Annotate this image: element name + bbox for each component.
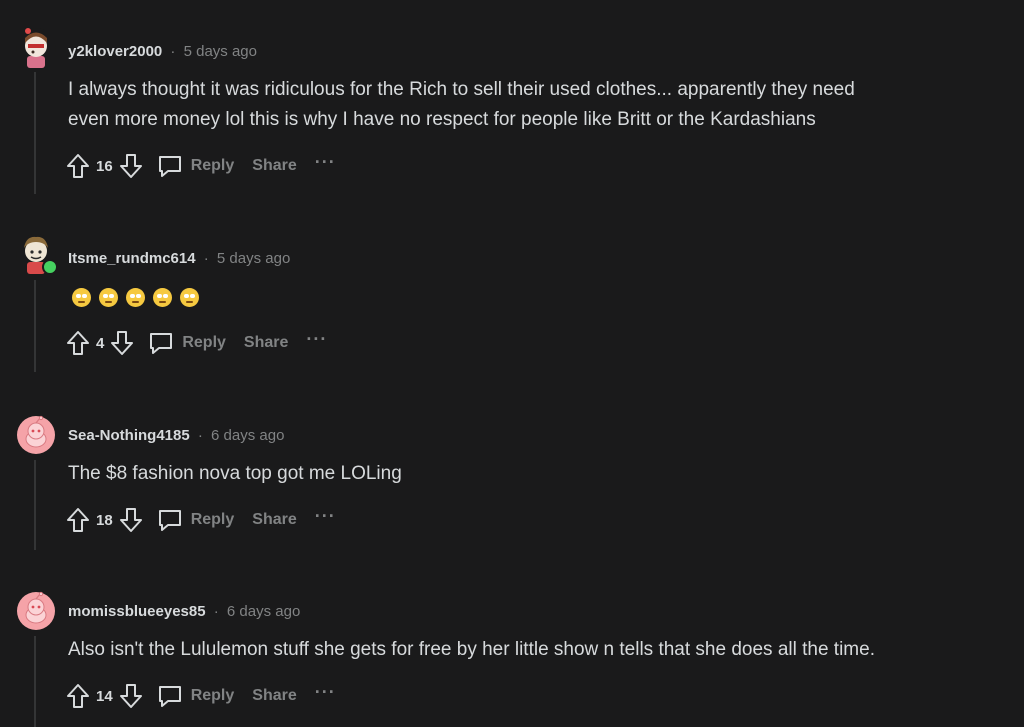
reply-label: Reply: [190, 511, 235, 528]
upvote-icon[interactable]: [66, 153, 90, 179]
eye-roll-emoji-icon: [153, 288, 172, 307]
comment-meta: Itsme_rundmc614 · 5 days ago: [68, 250, 290, 267]
comment-bubble-icon: [158, 510, 181, 531]
upvote-icon[interactable]: [66, 683, 90, 709]
comment-body: Also isn't the Lululemon stuff she gets …: [68, 635, 968, 665]
avatar[interactable]: [16, 415, 56, 455]
share-button[interactable]: Share: [252, 511, 296, 529]
downvote-icon[interactable]: [119, 683, 143, 709]
upvote-icon[interactable]: [66, 507, 90, 533]
timestamp[interactable]: 5 days ago: [217, 250, 290, 267]
eye-roll-emoji-icon: [99, 288, 118, 307]
comment-meta: y2klover2000 · 5 days ago: [68, 43, 257, 60]
reply-label: Reply: [182, 334, 226, 351]
comment-actions: 16 Reply Share ···: [66, 150, 336, 182]
default-snoo-avatar-icon: [17, 415, 55, 454]
share-button[interactable]: Share: [252, 157, 296, 175]
comment-bubble-icon: [158, 686, 181, 707]
more-options-icon[interactable]: ···: [315, 152, 336, 173]
more-options-icon[interactable]: ···: [306, 329, 327, 350]
comments-panel: y2klover2000 · 5 days ago I always thoug…: [0, 0, 1024, 727]
reply-button[interactable]: Reply: [157, 507, 235, 533]
avatar[interactable]: [16, 232, 58, 275]
thread-line[interactable]: [34, 460, 36, 550]
vote-count: 16: [96, 157, 113, 175]
online-status-indicator: [42, 259, 58, 275]
comment-bubble-icon: [158, 156, 181, 177]
vote-count: 4: [96, 334, 105, 352]
username[interactable]: Itsme_rundmc614: [68, 250, 196, 267]
avatar-figure-icon: [16, 28, 56, 68]
reply-button[interactable]: Reply: [157, 153, 235, 179]
separator-dot: ·: [197, 427, 203, 444]
more-options-icon[interactable]: ···: [315, 506, 336, 527]
timestamp[interactable]: 6 days ago: [227, 603, 300, 620]
username[interactable]: momissblueeyes85: [68, 603, 206, 620]
eye-roll-emoji-icon: [180, 288, 199, 307]
avatar[interactable]: [16, 591, 56, 631]
downvote-icon[interactable]: [119, 507, 143, 533]
eye-roll-emoji-icon: [126, 288, 145, 307]
reply-label: Reply: [190, 687, 235, 704]
upvote-icon[interactable]: [66, 330, 90, 356]
default-snoo-avatar-icon: [17, 591, 55, 630]
comment-actions: 4 Reply Share ···: [66, 327, 327, 359]
comment-meta: Sea-Nothing4185 · 6 days ago: [68, 427, 284, 444]
vote-count: 14: [96, 687, 113, 705]
reply-label: Reply: [190, 157, 235, 174]
thread-line[interactable]: [34, 280, 36, 372]
comment-meta: momissblueeyes85 · 6 days ago: [68, 603, 300, 620]
downvote-icon[interactable]: [110, 330, 134, 356]
comment-body: The $8 fashion nova top got me LOLing: [68, 459, 968, 489]
thread-line[interactable]: [34, 72, 36, 194]
share-button[interactable]: Share: [244, 334, 288, 352]
separator-dot: ·: [213, 603, 219, 620]
comment-body-line: even more money lol this is why I have n…: [68, 109, 816, 130]
downvote-icon[interactable]: [119, 153, 143, 179]
comment-body-line: Also isn't the Lululemon stuff she gets …: [68, 639, 875, 660]
comment-body-emojis: [72, 288, 199, 307]
comment-actions: 18 Reply Share ···: [66, 504, 336, 536]
reply-button[interactable]: Reply: [148, 330, 226, 356]
share-button[interactable]: Share: [252, 687, 296, 705]
username[interactable]: Sea-Nothing4185: [68, 427, 190, 444]
comment-actions: 14 Reply Share ···: [66, 680, 336, 712]
vote-count: 18: [96, 511, 113, 529]
separator-dot: ·: [170, 43, 176, 60]
avatar[interactable]: [16, 26, 56, 68]
comment-bubble-icon: [150, 333, 173, 354]
reply-button[interactable]: Reply: [157, 683, 235, 709]
thread-line[interactable]: [34, 636, 36, 727]
eye-roll-emoji-icon: [72, 288, 91, 307]
comment-body-line: The $8 fashion nova top got me LOLing: [68, 463, 402, 484]
comment-body-line: I always thought it was ridiculous for t…: [68, 79, 855, 100]
timestamp[interactable]: 5 days ago: [184, 43, 257, 60]
separator-dot: ·: [203, 250, 209, 267]
timestamp[interactable]: 6 days ago: [211, 427, 284, 444]
comment-body: I always thought it was ridiculous for t…: [68, 75, 968, 135]
more-options-icon[interactable]: ···: [315, 682, 336, 703]
username[interactable]: y2klover2000: [68, 43, 162, 60]
